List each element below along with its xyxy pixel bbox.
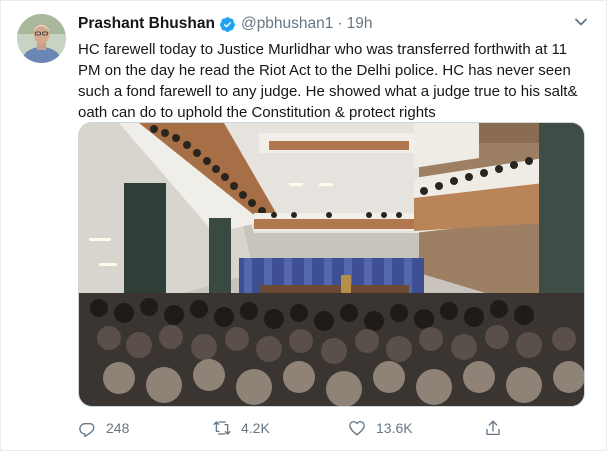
like-button[interactable]: 13.6K xyxy=(348,415,413,441)
avatar-image xyxy=(17,14,66,63)
tweet-header: Prashant Bhushan @pbhushan1 · 19h xyxy=(78,13,372,35)
reply-icon xyxy=(79,422,95,437)
like-count: 13.6K xyxy=(376,420,413,436)
verified-badge-icon xyxy=(220,16,235,32)
chevron-down-icon[interactable] xyxy=(574,15,588,29)
tweet-timestamp[interactable]: 19h xyxy=(347,15,373,33)
tweet-text: HC farewell today to Justice Murlidhar w… xyxy=(78,41,578,121)
tweet-card[interactable]: Prashant Bhushan @pbhushan1 · 19h HC far… xyxy=(0,0,607,451)
author-name[interactable]: Prashant Bhushan xyxy=(78,15,215,33)
share-icon xyxy=(486,420,500,436)
retweet-button[interactable]: 4.2K xyxy=(213,415,270,441)
retweet-icon xyxy=(213,421,231,435)
tweet-actions: 248 4.2K 13.6K xyxy=(78,415,508,441)
heart-icon xyxy=(349,420,365,436)
tweet-photo[interactable] xyxy=(78,122,585,407)
separator-dot: · xyxy=(337,15,343,32)
share-button[interactable] xyxy=(484,415,512,441)
reply-button[interactable]: 248 xyxy=(78,415,129,441)
reply-count: 248 xyxy=(106,420,130,436)
author-handle[interactable]: @pbhushan1 xyxy=(241,15,333,33)
courtroom-photo xyxy=(79,123,584,406)
retweet-count: 4.2K xyxy=(241,420,270,436)
avatar[interactable] xyxy=(17,14,66,63)
